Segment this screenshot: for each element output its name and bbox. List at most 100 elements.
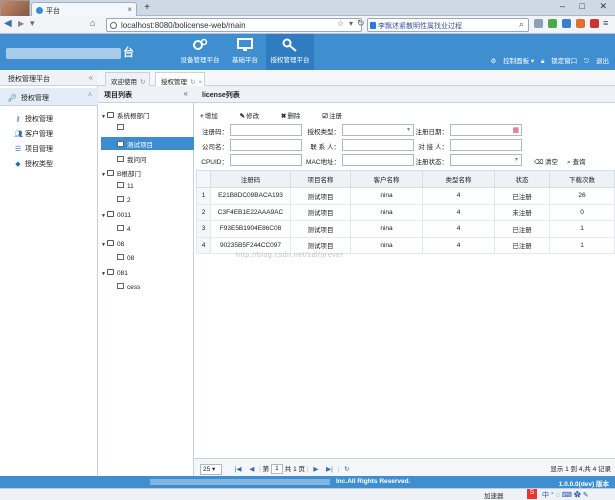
shield-icon[interactable] — [548, 19, 557, 28]
clear-button[interactable]: ⌫ 清空 — [534, 156, 558, 166]
tree-folder-node[interactable]: ▼ B根部门 — [101, 166, 194, 179]
tree-file-node[interactable]: cess — [101, 282, 194, 295]
refresh-icon[interactable]: ↻ — [190, 79, 195, 86]
close-icon[interactable]: × — [198, 79, 202, 86]
column-header[interactable]: 项目名称 — [290, 170, 351, 188]
history-dropdown-icon[interactable]: ▾ — [30, 18, 35, 29]
column-header[interactable]: 类型名称 — [422, 170, 495, 188]
accelerator-label[interactable]: 加速器 — [484, 490, 504, 500]
nav-device-platform[interactable]: 设备管理平台 — [178, 34, 222, 70]
tree-folder-node[interactable]: ▼ 系统根部门 — [101, 108, 194, 121]
tree-file-node[interactable]: 我问问 — [101, 152, 194, 165]
window-controls[interactable]: – □ ✕ — [560, 1, 613, 12]
cpuid-input[interactable] — [230, 154, 302, 166]
dashboard-link[interactable]: ⚙ 控制面板 ▾ — [490, 58, 534, 65]
tree-folder-node[interactable]: ▼ 08 — [101, 239, 194, 252]
edit-button[interactable]: ✎修改 — [240, 113, 269, 120]
cpuid-label: CPUID： — [201, 159, 228, 166]
folder-icon — [107, 268, 114, 275]
ime-s-icon[interactable]: S — [527, 489, 537, 499]
page-number-input[interactable]: 1 — [270, 464, 283, 475]
forward-icon[interactable]: ▶ — [18, 19, 24, 28]
query-button[interactable]: ⌕ 查询 — [567, 156, 585, 167]
app-logo: 台 — [6, 44, 135, 60]
next-page-icon[interactable]: ▶ — [313, 466, 318, 473]
column-header[interactable]: 注册码 — [210, 170, 291, 188]
sidebar-item-auth[interactable]: ⚷ 授权管理 — [14, 112, 53, 126]
addon-icon[interactable] — [590, 19, 599, 28]
column-header[interactable]: 状态 — [494, 170, 550, 188]
tree-node-label: 08 — [127, 255, 135, 262]
home-icon[interactable]: ⌂ — [90, 18, 95, 28]
bookmarks-icon[interactable] — [534, 19, 543, 28]
reg-date-input[interactable]: ▦ — [450, 124, 522, 136]
lock-window-link[interactable]: 🔒︎ 锁定窗口 — [541, 58, 577, 65]
reload-icon[interactable]: ↻ — [357, 18, 365, 29]
reg-status-select[interactable] — [450, 154, 522, 166]
url-dropdown-icon[interactable]: ▾ — [349, 19, 353, 28]
nav-auth-platform[interactable]: 授权管理平台 — [266, 34, 314, 70]
page-size-select[interactable]: 25 ▾ — [200, 463, 222, 475]
tree-file-node[interactable]: 4 — [101, 224, 194, 237]
table-row[interactable]: 2 C3F4EB1E22AAA9AC 测试项目 nina 4 未注册 0 — [196, 203, 615, 221]
table-row[interactable]: 1 E21B8DC09BACA193 测试项目 nina 4 已注册 26 — [196, 187, 615, 205]
tree-file-node[interactable]: 测试项目 — [101, 137, 194, 150]
search-icon[interactable]: ⌕ — [519, 19, 524, 30]
table-cell-type: 4 — [422, 187, 495, 205]
bookmark-star-icon[interactable]: ☆ — [337, 19, 344, 28]
tree-folder-node[interactable]: ▼ 0011 — [101, 210, 194, 223]
add-button[interactable]: +增加 — [200, 113, 228, 120]
sidebar-item-customers[interactable]: 👥︎ 客户管理 — [14, 127, 53, 141]
sidebar-item-projects[interactable]: ☰ 项目管理 — [14, 142, 53, 156]
column-header[interactable]: 客户名称 — [350, 170, 423, 188]
tree-file-node[interactable]: 2 — [101, 195, 194, 208]
register-button[interactable]: ☑注册 — [322, 113, 352, 120]
tab-auth-management[interactable]: 授权管理 ↻ × — [155, 72, 205, 86]
plus-icon: + — [200, 113, 204, 120]
refresh-icon[interactable]: ↻ — [344, 466, 349, 473]
table-row[interactable]: 3 F93E5B1904E86C08 测试项目 nina 4 已注册 1 — [196, 220, 615, 238]
calendar-icon[interactable]: ▦ — [512, 126, 519, 134]
nav-base-platform[interactable]: 基础平台 — [226, 34, 264, 70]
contact-input[interactable] — [342, 139, 414, 151]
address-input[interactable]: localhost:8080/bolicense-web/main — [106, 18, 362, 32]
new-tab-button[interactable]: + — [141, 3, 153, 14]
auth-type-select[interactable] — [342, 124, 414, 136]
sidebar-item-auth-types[interactable]: ◆ 授权类型 — [14, 157, 53, 171]
page-favicon-icon — [36, 7, 43, 14]
receiver-input[interactable] — [450, 139, 522, 151]
tree-file-node[interactable]: 11 — [101, 181, 194, 194]
last-page-icon[interactable]: ▶| — [326, 466, 333, 473]
tree-file-node[interactable]: 08 — [101, 253, 194, 266]
tree-node-label: 测试项目 — [127, 142, 153, 149]
column-header[interactable]: 下载次数 — [549, 170, 615, 188]
tree-folder-node[interactable]: ▼ 081 — [101, 268, 194, 281]
browser-tab[interactable]: 平台 × — [31, 2, 137, 16]
sidebar-group-auth[interactable]: 🔑︎ 授权管理 ˄ — [0, 88, 98, 106]
reg-code-input[interactable] — [230, 124, 302, 136]
menu-icon[interactable]: ≡ — [603, 18, 608, 28]
close-tab-icon[interactable]: × — [127, 5, 132, 14]
tree-file-node[interactable] — [101, 123, 194, 136]
mac-input[interactable] — [342, 154, 414, 166]
logout-link[interactable]: ⎋ 退出 — [584, 58, 609, 65]
address-text: localhost:8080/bolicense-web/main — [121, 21, 246, 30]
footer-version: 1.0.0.0(dev) 版本 — [558, 481, 609, 488]
tree-node-label: 0011 — [117, 211, 131, 219]
prev-page-icon[interactable]: ◀ — [249, 466, 254, 473]
download-icon[interactable] — [562, 19, 571, 28]
delete-button[interactable]: ✖删除 — [281, 113, 310, 120]
ime-toolbar[interactable]: 中 ° ◌ ⌨ ✿ ✎ — [542, 490, 589, 500]
table-cell-status: 已注册 — [494, 236, 550, 254]
back-icon[interactable]: ◀ — [4, 18, 12, 29]
company-label: 公司名： — [202, 144, 228, 151]
refresh-icon[interactable]: ↻ — [140, 79, 145, 86]
first-page-icon[interactable]: |◀ — [235, 466, 242, 473]
sidebar-collapse-icon[interactable]: « — [89, 73, 93, 82]
table-cell-type: 4 — [422, 203, 495, 221]
tab-welcome[interactable]: 欢迎使用 ↻ — [105, 72, 150, 86]
company-input[interactable] — [230, 139, 302, 151]
web-search-input[interactable]: 李飘述紧散明性属找业过程 — [367, 18, 529, 32]
extension-icon[interactable] — [576, 19, 585, 28]
panel-collapse-icon[interactable]: « — [184, 89, 188, 98]
